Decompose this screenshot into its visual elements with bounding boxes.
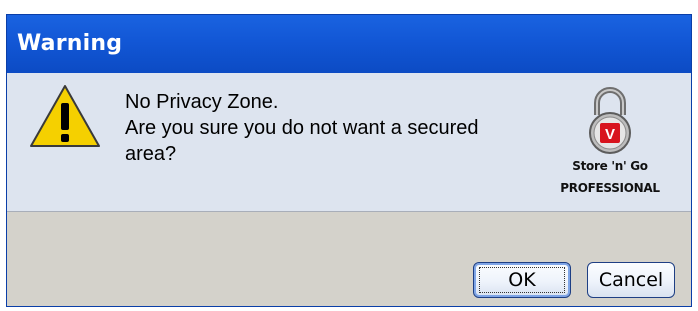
brand-name: Store 'n' Go [572, 159, 648, 173]
message-line-1: No Privacy Zone. [125, 91, 279, 113]
focus-ring [479, 267, 565, 293]
dialog-content: No Privacy Zone. Are you sure you do not… [7, 73, 691, 212]
padlock-icon: V [589, 87, 631, 154]
cancel-button[interactable]: Cancel [587, 262, 675, 298]
warning-dialog: Warning No Privacy Zone. Are you sure yo… [6, 14, 692, 307]
warning-triangle-icon [30, 85, 100, 147]
message-line-3: area? [125, 143, 177, 165]
ok-button[interactable]: OK [473, 262, 571, 298]
store-n-go-logo: V Store 'n' Go PROFESSIONAL [555, 83, 665, 207]
brand-edition: PROFESSIONAL [560, 181, 660, 195]
logo-letter: V [605, 126, 615, 143]
warning-message: No Privacy Zone. Are you sure you do not… [125, 89, 525, 167]
message-line-2: Are you sure you do not want a secured [125, 117, 479, 139]
dialog-button-bar: OK Cancel [7, 212, 691, 306]
dialog-title[interactable]: Warning [7, 15, 691, 73]
